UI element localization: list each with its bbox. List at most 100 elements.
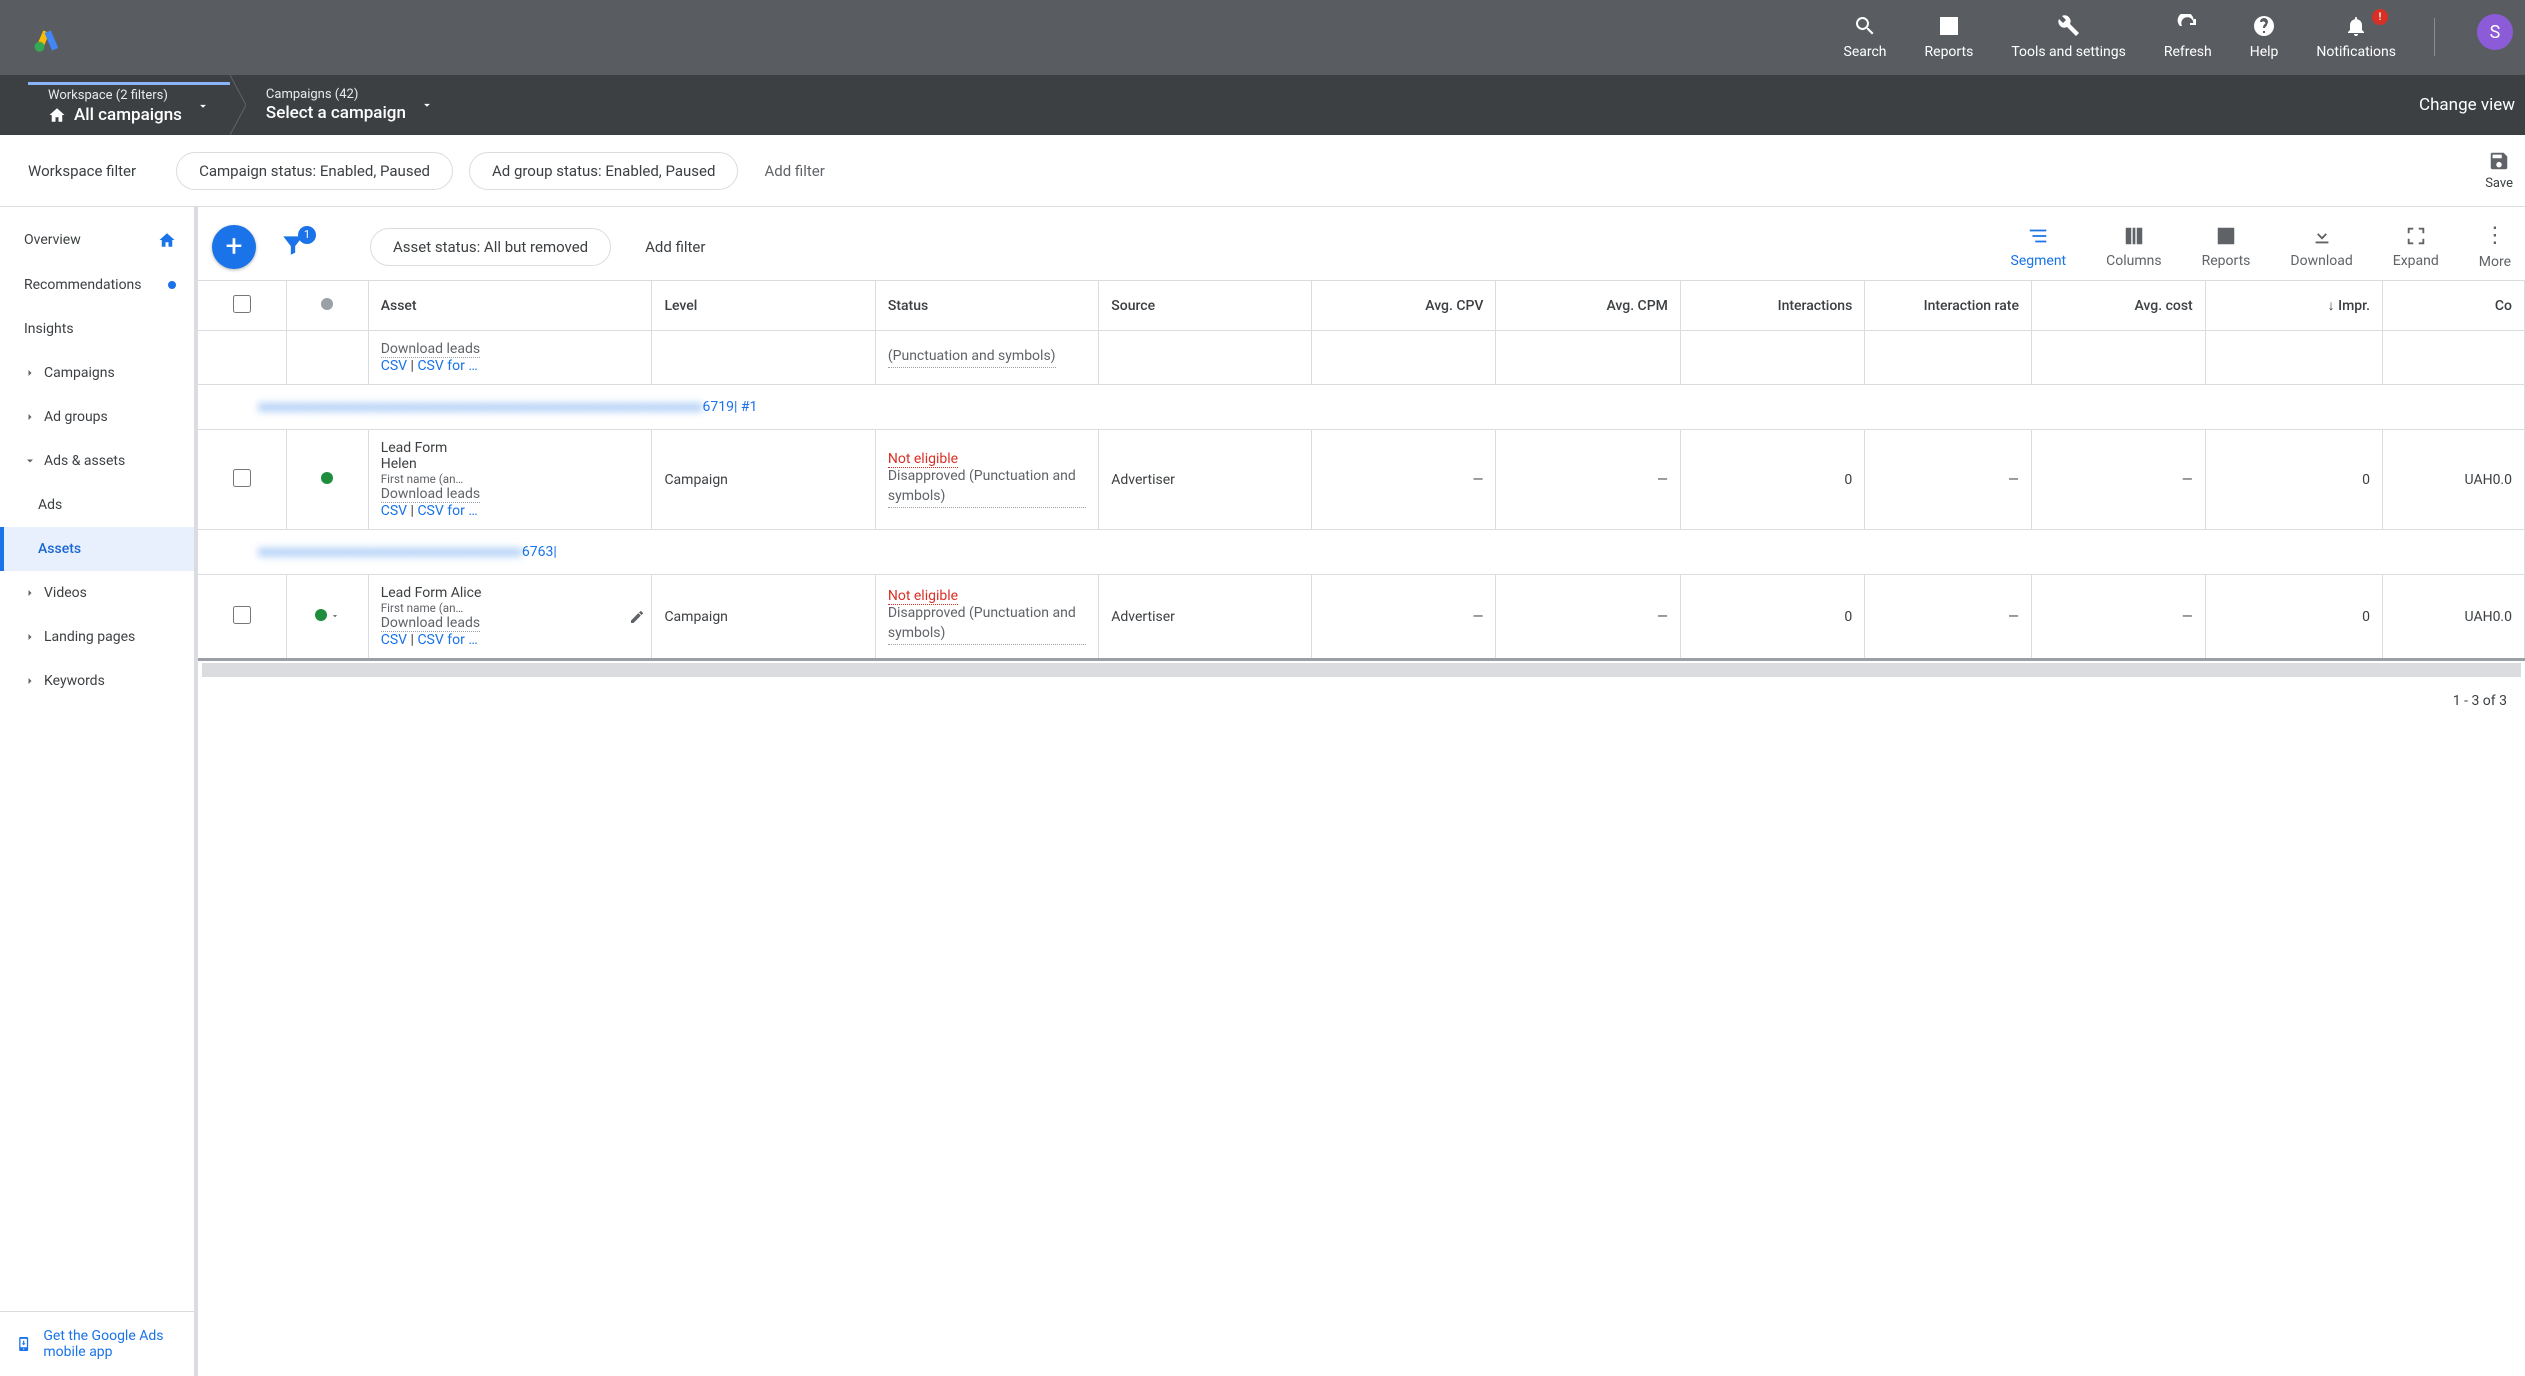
search-button[interactable]: Search bbox=[1844, 14, 1887, 60]
help-label: Help bbox=[2250, 44, 2279, 60]
redacted-text: xxxxxxxxxxxxxxxxxxxxxxxxxxxxxxxxxxxxxx bbox=[258, 544, 522, 560]
conv-cell: UAH0.0 bbox=[2383, 575, 2525, 660]
chevron-down-icon[interactable] bbox=[330, 611, 340, 621]
filter-funnel-button[interactable]: 1 bbox=[280, 232, 306, 262]
change-view-button[interactable]: Change view bbox=[2419, 95, 2525, 115]
reports-icon bbox=[1937, 14, 1961, 38]
avgcost-header[interactable]: Avg. cost bbox=[2031, 281, 2205, 331]
chevron-down-icon bbox=[196, 99, 210, 113]
expand-button[interactable]: Expand bbox=[2393, 225, 2439, 269]
save-filter-button[interactable]: Save bbox=[2485, 150, 2525, 191]
status-header[interactable]: Status bbox=[875, 281, 1098, 331]
home-icon bbox=[158, 231, 176, 249]
refresh-icon bbox=[2176, 14, 2200, 38]
adgroup-status-chip[interactable]: Ad group status: Enabled, Paused bbox=[469, 152, 738, 190]
segment-button[interactable]: Segment bbox=[2011, 225, 2067, 269]
workspace-filter-count: Workspace (2 filters) bbox=[48, 88, 182, 105]
add-table-filter-button[interactable]: Add filter bbox=[645, 238, 705, 256]
level-header[interactable]: Level bbox=[652, 281, 875, 331]
more-menu-button[interactable]: ⋮More bbox=[2479, 223, 2511, 270]
reports-button[interactable]: Reports bbox=[1925, 14, 1974, 60]
columns-button[interactable]: Columns bbox=[2106, 225, 2161, 269]
csv-for-link[interactable]: CSV for … bbox=[417, 503, 477, 519]
csv-for-link[interactable]: CSV for … bbox=[417, 358, 477, 374]
select-all-header[interactable] bbox=[198, 281, 287, 331]
download-button[interactable]: Download bbox=[2290, 225, 2352, 269]
avgcpm-header[interactable]: Avg. CPM bbox=[1496, 281, 1680, 331]
enabled-status-icon bbox=[321, 472, 333, 484]
refresh-button[interactable]: Refresh bbox=[2164, 14, 2212, 60]
asset-title: Lead Form Alice bbox=[381, 585, 482, 601]
segment-group-row[interactable]: xxxxxxxxxxxxxxxxxxxxxxxxxxxxxxxxxxxxxxxx… bbox=[198, 385, 2525, 430]
avgcpv-header[interactable]: Avg. CPV bbox=[1312, 281, 1496, 331]
csv-link[interactable]: CSV bbox=[381, 503, 407, 519]
reports-label: Reports bbox=[2202, 253, 2251, 269]
workspace-crumb[interactable]: Workspace (2 filters) All campaigns bbox=[28, 82, 230, 125]
columns-label: Columns bbox=[2106, 253, 2161, 269]
workspace-filter-bar: Workspace filter Campaign status: Enable… bbox=[0, 135, 2525, 207]
campaign-status-chip[interactable]: Campaign status: Enabled, Paused bbox=[176, 152, 453, 190]
status-dot-header[interactable] bbox=[287, 281, 369, 331]
mobile-app-label: Get the Google Ads mobile app bbox=[43, 1328, 178, 1360]
avgcost-cell: — bbox=[2031, 575, 2205, 660]
filter-bar-label: Workspace filter bbox=[28, 162, 136, 180]
sidebar-label: Ad groups bbox=[44, 409, 108, 425]
sidebar-insights[interactable]: Insights bbox=[0, 307, 194, 351]
sidebar-label: Recommendations bbox=[24, 277, 142, 293]
impr-header[interactable]: ↓ Impr. bbox=[2205, 281, 2382, 331]
search-icon bbox=[1853, 14, 1877, 38]
conv-header[interactable]: Co bbox=[2383, 281, 2525, 331]
save-icon bbox=[2488, 150, 2510, 172]
sidebar-overview[interactable]: Overview bbox=[0, 217, 194, 263]
sidebar-label: Assets bbox=[38, 541, 81, 557]
add-asset-fab[interactable]: + bbox=[212, 225, 256, 269]
sidebar-recommendations[interactable]: Recommendations bbox=[0, 263, 194, 307]
asset-header[interactable]: Asset bbox=[368, 281, 652, 331]
chevron-right-icon bbox=[24, 631, 36, 643]
group-id: 6763| bbox=[522, 544, 557, 560]
asset-status-chip[interactable]: Asset status: All but removed bbox=[370, 228, 611, 266]
csv-link[interactable]: CSV bbox=[381, 358, 407, 374]
reports-button[interactable]: Reports bbox=[2202, 225, 2251, 269]
interactions-header[interactable]: Interactions bbox=[1680, 281, 1864, 331]
edit-icon[interactable] bbox=[629, 609, 645, 625]
mobile-download-icon bbox=[16, 1333, 31, 1355]
table-row[interactable]: Download leads CSV | CSV for … (Punctuat… bbox=[198, 331, 2525, 385]
avgcpm-cell: — bbox=[1496, 575, 1680, 660]
help-button[interactable]: Help bbox=[2250, 14, 2279, 60]
account-avatar[interactable]: S bbox=[2477, 14, 2513, 50]
campaign-crumb[interactable]: Campaigns (42) Select a campaign bbox=[246, 87, 454, 124]
segment-group-row[interactable]: xxxxxxxxxxxxxxxxxxxxxxxxxxxxxxxxxxxxxx67… bbox=[198, 530, 2525, 575]
interactions-cell: 0 bbox=[1680, 430, 1864, 530]
chevron-right-icon bbox=[24, 411, 36, 423]
level-cell: Campaign bbox=[652, 575, 875, 660]
interactionrate-header[interactable]: Interaction rate bbox=[1865, 281, 2032, 331]
assets-table: Asset Level Status Source Avg. CPV Avg. … bbox=[198, 280, 2525, 661]
row-checkbox[interactable] bbox=[233, 469, 251, 487]
table-row[interactable]: Lead Form Helen First name (an… Download… bbox=[198, 430, 2525, 530]
row-checkbox[interactable] bbox=[233, 606, 251, 624]
sidebar-adgroups[interactable]: Ad groups bbox=[0, 395, 194, 439]
sidebar-ads[interactable]: Ads bbox=[0, 483, 194, 527]
add-workspace-filter-button[interactable]: Add filter bbox=[764, 162, 824, 180]
horizontal-scrollbar[interactable] bbox=[202, 663, 2521, 677]
select-all-checkbox[interactable] bbox=[233, 295, 251, 313]
sidebar-keywords[interactable]: Keywords bbox=[0, 659, 194, 703]
source-header[interactable]: Source bbox=[1099, 281, 1312, 331]
sidebar-videos[interactable]: Videos bbox=[0, 571, 194, 615]
interactions-cell: 0 bbox=[1680, 575, 1864, 660]
sidebar-ads-assets[interactable]: Ads & assets bbox=[0, 439, 194, 483]
table-row[interactable]: Lead Form Alice First name (an… Download… bbox=[198, 575, 2525, 660]
group-id: 6719| #1 bbox=[703, 399, 758, 415]
divider bbox=[2434, 18, 2435, 56]
mobile-app-promo[interactable]: Get the Google Ads mobile app bbox=[0, 1311, 194, 1376]
sidebar-campaigns[interactable]: Campaigns bbox=[0, 351, 194, 395]
chevron-right-icon bbox=[24, 675, 36, 687]
notifications-button[interactable]: ! Notifications bbox=[2316, 14, 2396, 60]
status-error: Not eligible bbox=[888, 588, 958, 605]
csv-link[interactable]: CSV bbox=[381, 632, 407, 648]
csv-for-link[interactable]: CSV for … bbox=[417, 632, 477, 648]
sidebar-assets[interactable]: Assets bbox=[0, 527, 194, 571]
tools-button[interactable]: Tools and settings bbox=[2011, 14, 2126, 61]
sidebar-landing-pages[interactable]: Landing pages bbox=[0, 615, 194, 659]
